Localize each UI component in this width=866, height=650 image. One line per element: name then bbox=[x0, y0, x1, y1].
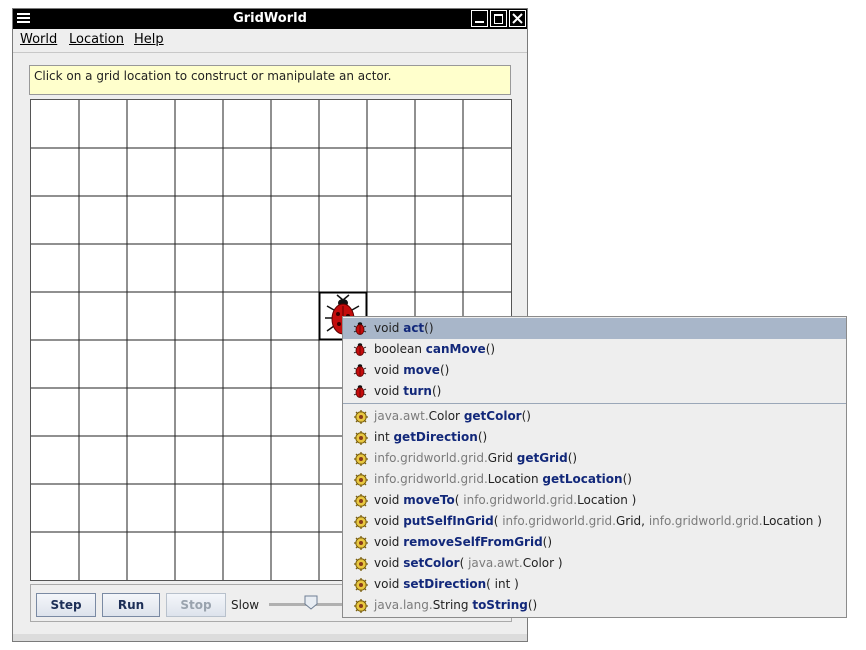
close-icon[interactable] bbox=[509, 10, 526, 27]
bug-icon bbox=[353, 342, 369, 357]
method-signature: info.gridworld.grid.Location getLocation… bbox=[374, 472, 632, 486]
method-signature: info.gridworld.grid.Grid getGrid() bbox=[374, 451, 578, 465]
method-signature: void setDirection( int ) bbox=[374, 577, 519, 591]
menu-location[interactable]: Location bbox=[69, 32, 124, 47]
bug-icon bbox=[353, 384, 369, 399]
method-item-move[interactable]: void move() bbox=[343, 360, 846, 381]
method-item-canMove[interactable]: boolean canMove() bbox=[343, 339, 846, 360]
method-signature: void putSelfInGrid( info.gridworld.grid.… bbox=[374, 514, 822, 528]
method-item-toString[interactable]: java.lang.String toString() bbox=[343, 595, 846, 616]
step-button[interactable]: Step bbox=[36, 593, 96, 617]
title-bar[interactable]: GridWorld bbox=[13, 9, 527, 29]
minimize-icon[interactable] bbox=[471, 10, 488, 27]
method-menu: void act() boolean canMove() void move() vo… bbox=[342, 316, 847, 618]
window-title: GridWorld bbox=[233, 11, 307, 26]
bug-icon bbox=[353, 321, 369, 336]
speed-slider-knob[interactable] bbox=[304, 595, 318, 610]
method-signature: java.awt.Color getColor() bbox=[374, 409, 531, 423]
method-signature: int getDirection() bbox=[374, 430, 488, 444]
method-signature: void setColor( java.awt.Color ) bbox=[374, 556, 563, 570]
actor-icon bbox=[353, 472, 369, 487]
menu-separator bbox=[343, 403, 846, 404]
menu-world[interactable]: World bbox=[20, 32, 57, 47]
actor-icon bbox=[353, 598, 369, 613]
actor-icon bbox=[353, 514, 369, 529]
method-item-turn[interactable]: void turn() bbox=[343, 381, 846, 402]
method-item-setColor[interactable]: void setColor( java.awt.Color ) bbox=[343, 553, 846, 574]
stop-button[interactable]: Stop bbox=[166, 593, 226, 617]
maximize-icon[interactable] bbox=[490, 10, 507, 27]
method-signature: void removeSelfFromGrid() bbox=[374, 535, 553, 549]
speed-label: Slow bbox=[231, 598, 260, 612]
method-item-getGrid[interactable]: info.gridworld.grid.Grid getGrid() bbox=[343, 448, 846, 469]
actor-icon bbox=[353, 430, 369, 445]
actor-icon bbox=[353, 577, 369, 592]
actor-icon bbox=[353, 451, 369, 466]
method-item-getDirection[interactable]: int getDirection() bbox=[343, 427, 846, 448]
method-item-putSelfInGrid[interactable]: void putSelfInGrid( info.gridworld.grid.… bbox=[343, 511, 846, 532]
menu-help[interactable]: Help bbox=[134, 32, 164, 47]
method-signature: void act() bbox=[374, 321, 434, 335]
message-area: Click on a grid location to construct or… bbox=[29, 65, 511, 95]
menu-divider bbox=[13, 52, 527, 53]
bug-icon bbox=[353, 363, 369, 378]
actor-icon bbox=[353, 493, 369, 508]
actor-icon bbox=[353, 556, 369, 571]
method-signature: java.lang.String toString() bbox=[374, 598, 538, 612]
run-button[interactable]: Run bbox=[102, 593, 160, 617]
menu-bar: World Location Help bbox=[13, 29, 527, 51]
method-item-getLocation[interactable]: info.gridworld.grid.Location getLocation… bbox=[343, 469, 846, 490]
method-signature: void turn() bbox=[374, 384, 442, 398]
method-item-moveTo[interactable]: void moveTo( info.gridworld.grid.Locatio… bbox=[343, 490, 846, 511]
status-strip bbox=[13, 634, 527, 641]
actor-icon bbox=[353, 409, 369, 424]
method-signature: boolean canMove() bbox=[374, 342, 496, 356]
method-item-setDirection[interactable]: void setDirection( int ) bbox=[343, 574, 846, 595]
method-item-removeSelfFromGrid[interactable]: void removeSelfFromGrid() bbox=[343, 532, 846, 553]
actor-icon bbox=[353, 535, 369, 550]
method-item-act[interactable]: void act() bbox=[343, 318, 846, 339]
method-item-getColor[interactable]: java.awt.Color getColor() bbox=[343, 406, 846, 427]
method-signature: void move() bbox=[374, 363, 450, 377]
method-signature: void moveTo( info.gridworld.grid.Locatio… bbox=[374, 493, 637, 507]
